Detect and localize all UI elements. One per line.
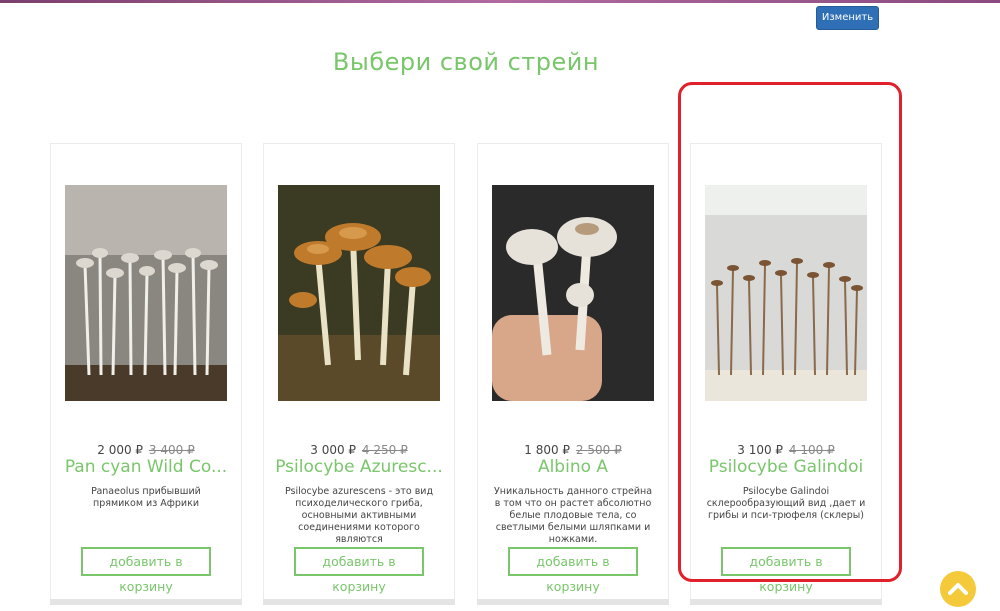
- product-description: Panaeolus прибывший прямиком из Африки: [91, 486, 201, 509]
- product-image[interactable]: [278, 185, 440, 401]
- product-title[interactable]: Psilocybe Azuresc...: [272, 457, 446, 477]
- product-card-azurescens: 3 000 ₽ 4 250 ₽ Psilocybe Azuresc... Psi…: [263, 143, 455, 605]
- price: 3 100 ₽ 4 100 ₽: [691, 443, 881, 457]
- product-title[interactable]: Pan cyan Wild Co...: [59, 457, 233, 477]
- old-price: 3 400 ₽: [148, 443, 195, 457]
- current-price: 3 100 ₽: [737, 443, 784, 457]
- price: 1 800 ₽ 2 500 ₽: [478, 443, 668, 457]
- product-card-galindoi: 3 100 ₽ 4 100 ₽ Psilocybe Galindoi Psilo…: [690, 143, 882, 605]
- chevron-up-icon: [948, 583, 968, 595]
- current-price: 1 800 ₽: [524, 443, 571, 457]
- product-description: Уникальность данного стрейна в том что о…: [493, 486, 653, 545]
- scroll-to-top-button[interactable]: [940, 571, 976, 607]
- price: 3 000 ₽ 4 250 ₽: [264, 443, 454, 457]
- edit-button[interactable]: Изменить: [816, 6, 879, 30]
- current-price: 2 000 ₽: [97, 443, 144, 457]
- product-card-pan-cyan: 2 000 ₽ 3 400 ₽ Pan cyan Wild Co... Pana…: [50, 143, 242, 605]
- current-price: 3 000 ₽: [310, 443, 357, 457]
- product-title[interactable]: Psilocybe Galindoi: [699, 457, 873, 477]
- product-image[interactable]: [492, 185, 654, 401]
- add-to-cart-button[interactable]: добавить в корзину: [508, 547, 638, 594]
- product-description: Psilocybe azurescens - это вид психодели…: [284, 486, 434, 545]
- price: 2 000 ₽ 3 400 ₽: [51, 443, 241, 457]
- old-price: 4 250 ₽: [361, 443, 408, 457]
- old-price: 4 100 ₽: [788, 443, 835, 457]
- product-image[interactable]: [65, 185, 227, 401]
- product-card-albino-a: 1 800 ₽ 2 500 ₽ Albino A Уникальность да…: [477, 143, 669, 605]
- product-image[interactable]: [705, 185, 867, 401]
- top-accent-bar: [0, 0, 1000, 3]
- product-title[interactable]: Albino A: [486, 457, 660, 477]
- old-price: 2 500 ₽: [575, 443, 622, 457]
- section-title: Выбери свой стрейн: [332, 48, 600, 76]
- add-to-cart-button[interactable]: добавить в корзину: [721, 547, 851, 594]
- add-to-cart-button[interactable]: добавить в корзину: [81, 547, 211, 594]
- add-to-cart-button[interactable]: добавить в корзину: [294, 547, 424, 594]
- product-description: Psilocybe Galindoi склерообразующий вид …: [706, 486, 866, 521]
